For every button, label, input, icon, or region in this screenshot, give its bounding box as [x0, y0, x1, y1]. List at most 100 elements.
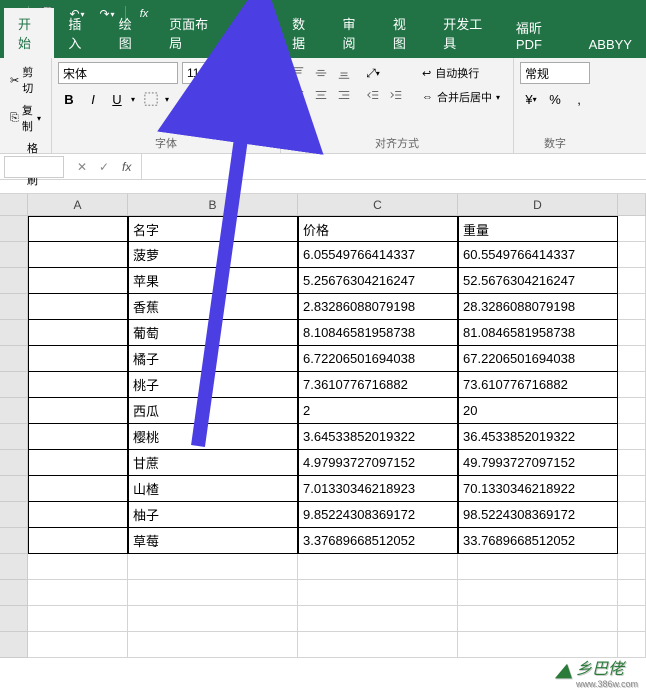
underline-button[interactable]: U: [106, 88, 128, 110]
align-bottom-button[interactable]: [333, 62, 355, 84]
italic-button[interactable]: I: [82, 88, 104, 110]
cell[interactable]: [618, 580, 646, 606]
cell[interactable]: [618, 528, 646, 554]
cell[interactable]: [28, 398, 128, 424]
cell[interactable]: [618, 242, 646, 268]
font-size-select[interactable]: [182, 62, 224, 84]
fx-icon[interactable]: fx: [116, 160, 137, 174]
cell[interactable]: 桃子: [128, 372, 298, 398]
cell[interactable]: [298, 554, 458, 580]
cell[interactable]: 6.72206501694038: [298, 346, 458, 372]
row-header[interactable]: [0, 242, 28, 268]
cell[interactable]: 8.10846581958738: [298, 320, 458, 346]
bold-button[interactable]: B: [58, 88, 80, 110]
cell[interactable]: [618, 216, 646, 242]
cell[interactable]: [298, 632, 458, 658]
row-header[interactable]: [0, 476, 28, 502]
cell[interactable]: [458, 606, 618, 632]
cell[interactable]: 2.83286088079198: [298, 294, 458, 320]
cell[interactable]: 6.05549766414337: [298, 242, 458, 268]
copy-button[interactable]: ⎘ 复制▾: [6, 100, 45, 136]
cell[interactable]: [618, 346, 646, 372]
cell[interactable]: 73.610776716882: [458, 372, 618, 398]
cell[interactable]: 甘蔗: [128, 450, 298, 476]
row-header[interactable]: [0, 320, 28, 346]
cell[interactable]: 7.3610776716882: [298, 372, 458, 398]
cell[interactable]: [298, 606, 458, 632]
row-header[interactable]: [0, 502, 28, 528]
cell[interactable]: [458, 554, 618, 580]
cell[interactable]: 4.97993727097152: [298, 450, 458, 476]
cell[interactable]: [28, 320, 128, 346]
cell[interactable]: [28, 528, 128, 554]
cell[interactable]: 49.7993727097152: [458, 450, 618, 476]
cell[interactable]: [618, 372, 646, 398]
cell[interactable]: 樱桃: [128, 424, 298, 450]
cell[interactable]: 81.0846581958738: [458, 320, 618, 346]
cell[interactable]: [298, 580, 458, 606]
tab-page-layout[interactable]: 页面布局: [155, 8, 228, 58]
row-header[interactable]: [0, 554, 28, 580]
tab-start[interactable]: 开始: [4, 8, 54, 58]
column-header-E[interactable]: [618, 194, 646, 215]
decrease-indent-button[interactable]: [362, 84, 384, 106]
cell[interactable]: 葡萄: [128, 320, 298, 346]
row-header[interactable]: [0, 424, 28, 450]
tab-formulas[interactable]: 公式: [228, 8, 278, 58]
cell[interactable]: 36.4533852019322: [458, 424, 618, 450]
font-color-dropdown[interactable]: ▾: [230, 88, 240, 110]
cell[interactable]: 柚子: [128, 502, 298, 528]
cell[interactable]: [128, 606, 298, 632]
cell[interactable]: [128, 554, 298, 580]
currency-button[interactable]: ¥▾: [520, 88, 542, 110]
fill-color-dropdown[interactable]: ▾: [196, 88, 206, 110]
underline-dropdown[interactable]: ▾: [128, 88, 138, 110]
cell[interactable]: [28, 242, 128, 268]
cell[interactable]: [28, 450, 128, 476]
cell[interactable]: 33.7689668512052: [458, 528, 618, 554]
align-middle-button[interactable]: [310, 62, 332, 84]
percent-button[interactable]: %: [544, 88, 566, 110]
cell[interactable]: 橘子: [128, 346, 298, 372]
decrease-font-button[interactable]: A▾: [252, 62, 272, 84]
cell[interactable]: [28, 346, 128, 372]
cell[interactable]: 价格: [298, 216, 458, 242]
cell[interactable]: [618, 320, 646, 346]
border-dropdown[interactable]: ▾: [162, 88, 172, 110]
row-header[interactable]: [0, 632, 28, 658]
tab-view[interactable]: 视图: [379, 8, 429, 58]
column-header-D[interactable]: D: [458, 194, 618, 215]
cell[interactable]: [618, 268, 646, 294]
cell[interactable]: [618, 606, 646, 632]
cell[interactable]: [28, 476, 128, 502]
column-header-B[interactable]: B: [128, 194, 298, 215]
cell[interactable]: [618, 424, 646, 450]
cell[interactable]: [618, 554, 646, 580]
cell[interactable]: 28.3286088079198: [458, 294, 618, 320]
increase-indent-button[interactable]: [385, 84, 407, 106]
align-left-button[interactable]: [287, 84, 309, 106]
cell[interactable]: 苹果: [128, 268, 298, 294]
cell[interactable]: 60.5549766414337: [458, 242, 618, 268]
align-center-button[interactable]: [310, 84, 332, 106]
cell[interactable]: [618, 502, 646, 528]
fill-color-button[interactable]: ◢: [174, 88, 196, 110]
tab-foxit-pdf[interactable]: 福昕PDF: [502, 12, 575, 58]
cell[interactable]: 70.1330346218922: [458, 476, 618, 502]
cell[interactable]: [128, 580, 298, 606]
cell[interactable]: 菠萝: [128, 242, 298, 268]
cell[interactable]: 西瓜: [128, 398, 298, 424]
cell[interactable]: 20: [458, 398, 618, 424]
font-name-select[interactable]: [58, 62, 178, 84]
cell[interactable]: [28, 606, 128, 632]
column-header-A[interactable]: A: [28, 194, 128, 215]
cell[interactable]: 山楂: [128, 476, 298, 502]
cut-button[interactable]: ✂ 剪切: [6, 62, 45, 98]
row-header[interactable]: [0, 398, 28, 424]
row-header[interactable]: [0, 346, 28, 372]
cell[interactable]: 重量: [458, 216, 618, 242]
row-header[interactable]: [0, 268, 28, 294]
cell[interactable]: [28, 554, 128, 580]
tab-draw[interactable]: 绘图: [105, 8, 155, 58]
tab-data[interactable]: 数据: [278, 8, 328, 58]
